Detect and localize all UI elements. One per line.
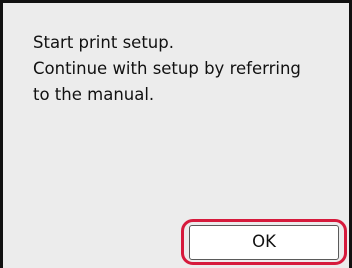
message-line: to the manual.	[33, 85, 155, 104]
setup-message: Start print setup. Continue with setup b…	[33, 30, 338, 108]
ok-button[interactable]: OK	[189, 225, 339, 260]
printer-display-screen: Start print setup. Continue with setup b…	[0, 0, 352, 268]
message-line: Continue with setup by referring	[33, 59, 301, 78]
message-line: Start print setup.	[33, 33, 174, 52]
